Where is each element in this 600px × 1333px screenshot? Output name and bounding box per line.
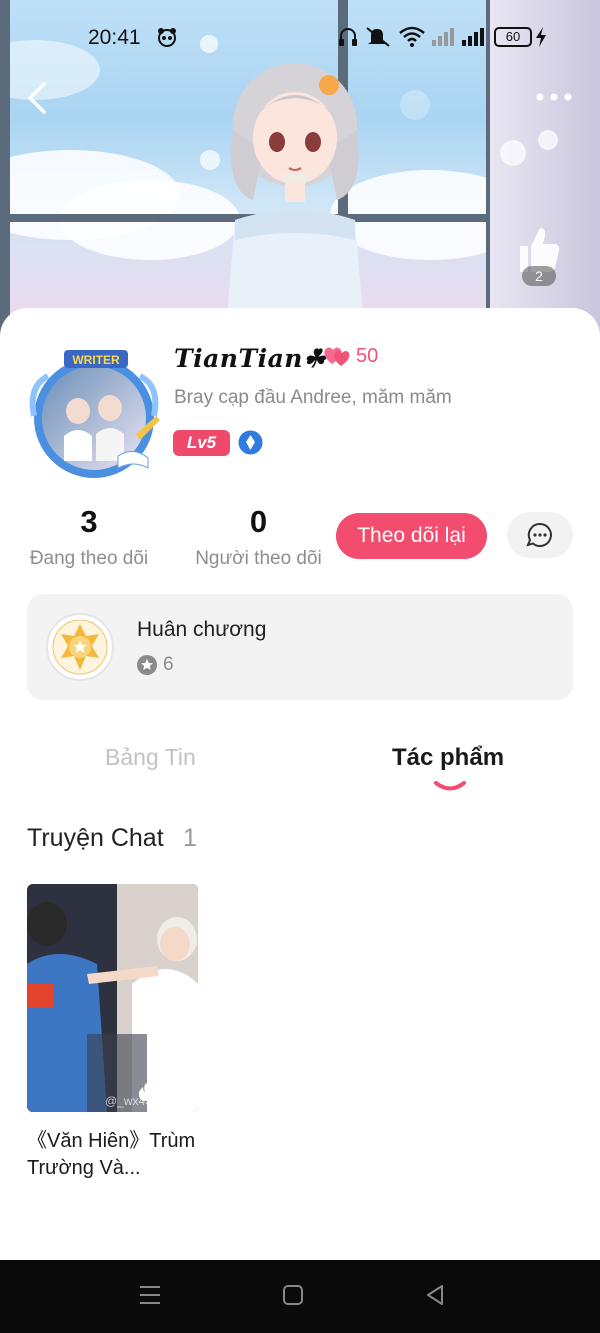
status-bar: 20:41 60	[0, 22, 600, 54]
followers-label: Người theo dõi	[195, 548, 322, 569]
following-stat[interactable]: 3 Đang theo dõi	[24, 504, 154, 570]
following-count: 3	[80, 504, 98, 539]
like-count: 2	[522, 266, 556, 286]
story-title[interactable]: 《Văn Hiên》Trùm Trường Và...	[27, 1128, 202, 1182]
avatar-writer-badge: WRITER	[72, 353, 120, 367]
panda-icon	[158, 28, 176, 47]
tab-feed[interactable]: Bảng Tin	[105, 744, 196, 771]
hearts-counter: 50	[322, 344, 378, 368]
story-cover-image	[27, 884, 198, 1112]
chat-bubble-icon	[526, 522, 552, 547]
message-button[interactable]	[507, 512, 573, 558]
profile-bio: Bray cạp đầu Andree, măm măm	[174, 387, 452, 408]
medals-title: Huân chương	[137, 618, 267, 641]
follow-back-button[interactable]: Theo dõi lại	[336, 513, 487, 559]
medal-icon	[46, 613, 114, 681]
active-tab-indicator	[434, 781, 466, 791]
avatar[interactable]: WRITER	[28, 346, 166, 480]
followers-stat[interactable]: 0 Người theo dõi	[186, 504, 331, 570]
recents-button[interactable]	[138, 1282, 162, 1308]
profile-name: TianTian☘	[174, 344, 326, 373]
more-options-button[interactable]	[532, 85, 576, 109]
story-watermark: @_wx4399	[105, 1094, 166, 1108]
tab-works[interactable]: Tác phẩm	[392, 744, 504, 772]
followers-count: 0	[249, 504, 268, 539]
mute-icon	[366, 27, 390, 47]
profile-card: WRITER TianTian☘ 50 Bray cạp đầu Andree,…	[0, 308, 600, 1260]
hearts-count: 50	[356, 344, 379, 367]
level-badge: Lv5	[173, 430, 230, 456]
battery-icon: 60	[494, 27, 532, 47]
back-button[interactable]	[18, 78, 58, 118]
following-label: Đang theo dõi	[29, 548, 149, 569]
hearts-icon	[324, 347, 350, 366]
system-nav-bar	[0, 1260, 600, 1333]
signal-strong-icon	[462, 28, 484, 46]
section-title: Truyện Chat	[27, 824, 164, 852]
signal-weak-icon	[432, 28, 454, 46]
star-badge-icon	[137, 655, 157, 675]
wifi-icon	[399, 26, 425, 47]
headphones-icon	[339, 28, 357, 46]
story-card[interactable]: 233 @_wx4399	[27, 884, 198, 1112]
medals-card[interactable]: Huân chương 6	[27, 594, 573, 700]
charging-icon	[536, 27, 546, 47]
diamond-badge-icon	[238, 430, 263, 455]
back-nav-button[interactable]	[424, 1282, 446, 1308]
status-time: 20:41	[88, 26, 141, 49]
avatar-character-illustration	[225, 63, 365, 340]
profile-cover: 20:41 60 2	[0, 0, 600, 340]
medals-count: 6	[163, 654, 174, 675]
home-button[interactable]	[282, 1282, 304, 1308]
medals-count-row: 6	[137, 654, 174, 676]
section-count: 1	[183, 824, 197, 852]
